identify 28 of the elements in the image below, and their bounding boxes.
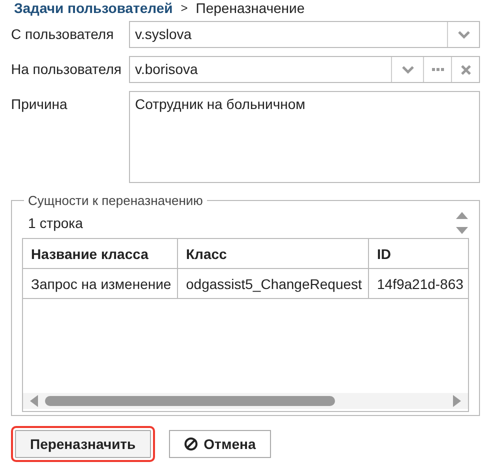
chevron-down-icon	[456, 30, 470, 40]
scrollbar-thumb[interactable]	[45, 396, 335, 406]
breadcrumb-link[interactable]: Задачи пользователей	[14, 0, 173, 16]
chevron-down-icon	[400, 64, 414, 74]
table-cell-text: 14f9a21d-863	[376, 274, 464, 294]
field-label: С пользователя	[11, 25, 115, 42]
cancel-icon	[184, 437, 198, 451]
field-label: Причина	[11, 95, 68, 112]
user-select[interactable]: v.borisova	[129, 56, 480, 83]
user-select[interactable]: v.syslova	[129, 21, 480, 48]
close-icon	[460, 64, 470, 74]
table-cell: odgassist5_ChangeRequest	[178, 269, 369, 298]
column-header[interactable]: Класс	[178, 239, 369, 268]
cancel-button[interactable]: Отмена	[168, 430, 271, 458]
horizontal-scrollbar[interactable]	[23, 393, 468, 409]
column-header[interactable]: ID	[369, 239, 468, 268]
group-title: Сущности к переназначению	[27, 193, 204, 208]
field-label: На пользователя	[11, 60, 122, 77]
column-header[interactable]: Название класса	[23, 239, 178, 268]
sort-arrows-icon[interactable]	[455, 210, 469, 236]
row-count: 1 строка	[28, 215, 83, 231]
table-cell: Запрос на изменение	[23, 269, 178, 298]
breadcrumb-current: Переназначение	[196, 0, 305, 16]
scroll-left-icon[interactable]	[29, 395, 39, 407]
scroll-right-icon[interactable]	[452, 395, 462, 407]
breadcrumb-separator: >	[180, 1, 188, 15]
reason-field[interactable]: Сотрудник на больничном	[129, 91, 480, 183]
ellipsis-icon	[432, 68, 444, 72]
